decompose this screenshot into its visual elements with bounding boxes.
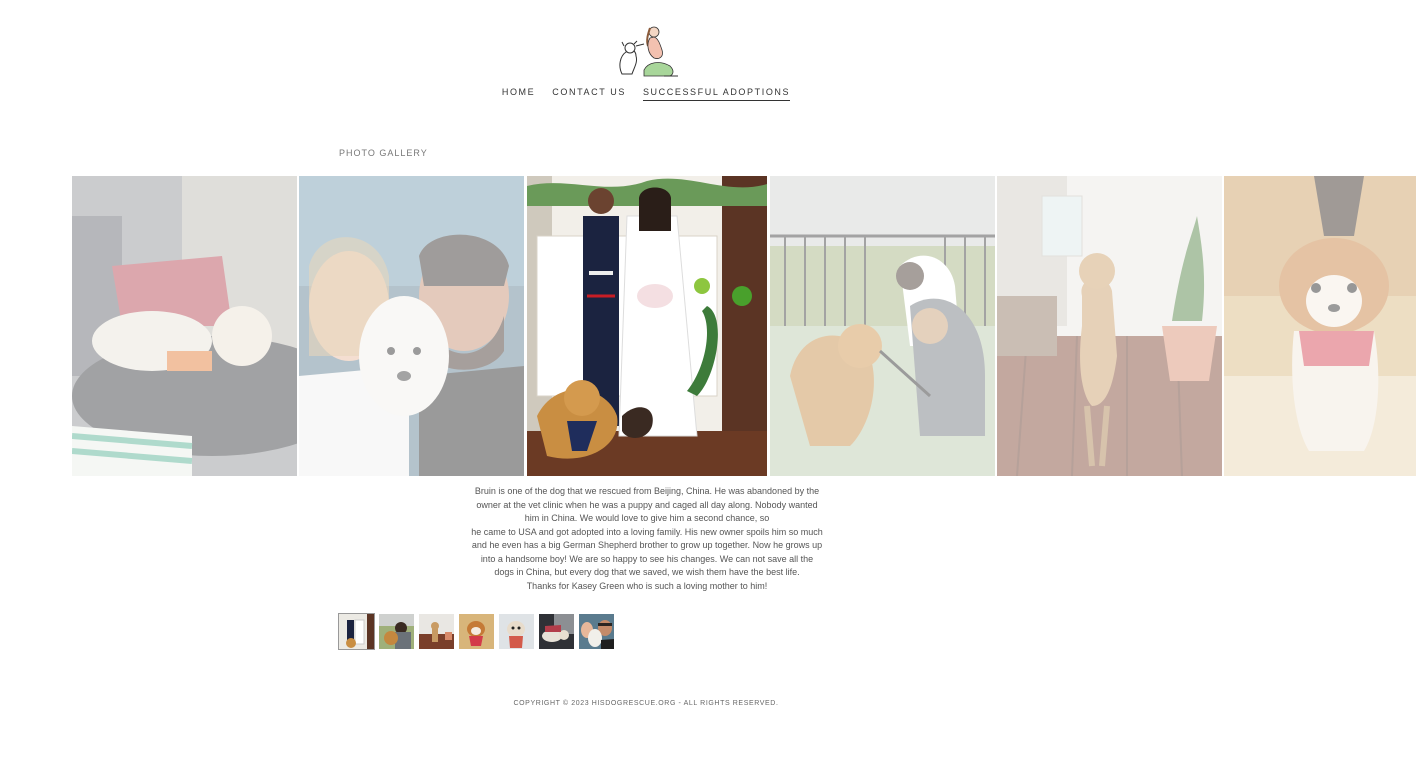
thumbnail[interactable]: [499, 614, 534, 649]
dog-and-woman-logo-icon: [619, 26, 678, 77]
nav-home[interactable]: HOME: [502, 87, 535, 101]
photo-image: [539, 614, 574, 649]
slide-photo[interactable]: [997, 176, 1222, 476]
slide-photo[interactable]: [1224, 176, 1416, 476]
thumbnail[interactable]: [338, 613, 375, 650]
photo-image: [579, 614, 614, 649]
photo-image: [339, 614, 374, 649]
caption-paragraph: Bruin is one of the dog that we rescued …: [471, 486, 823, 577]
slide-photo-active[interactable]: [527, 176, 767, 476]
caption-thanks: Thanks for Kasey Green who is such a lov…: [526, 580, 768, 591]
thumbnail[interactable]: [539, 614, 574, 649]
photo-image: [499, 614, 534, 649]
slide-photo[interactable]: [72, 176, 297, 476]
thumbnail[interactable]: [379, 614, 414, 649]
nav-contact-us[interactable]: CONTACT US: [552, 87, 626, 101]
photo-image: [459, 614, 494, 649]
photo-image: [527, 176, 767, 476]
thumbnail[interactable]: [459, 614, 494, 649]
photo-caption: Bruin is one of the dog that we rescued …: [470, 485, 824, 593]
site-logo[interactable]: [614, 22, 680, 78]
thumbnail[interactable]: [579, 614, 614, 649]
photo-slider[interactable]: [72, 176, 1416, 476]
photo-image: [379, 614, 414, 649]
photo-image: [419, 614, 454, 649]
nav-successful-adoptions[interactable]: SUCCESSFUL ADOPTIONS: [642, 87, 791, 101]
thumbnail[interactable]: [419, 614, 454, 649]
thumbnail-strip: [338, 613, 614, 650]
section-title: PHOTO GALLERY: [339, 148, 428, 158]
slide-photo[interactable]: [299, 176, 524, 476]
footer-copyright: COPYRIGHT © 2023 HISDOGRESCUE.ORG - ALL …: [513, 700, 779, 707]
slide-photo[interactable]: [770, 176, 995, 476]
main-navigation: HOME CONTACT US SUCCESSFUL ADOPTIONS: [0, 87, 1292, 101]
